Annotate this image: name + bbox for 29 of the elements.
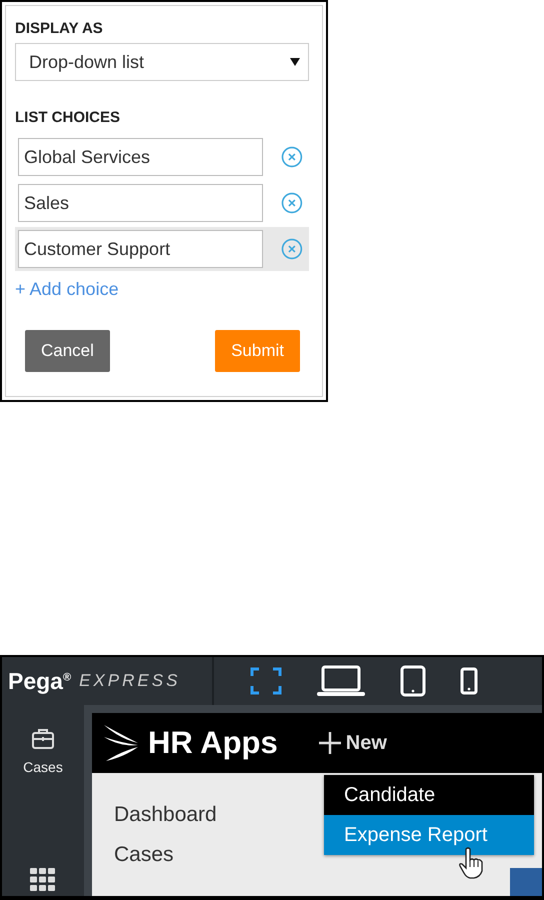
remove-icon[interactable]: [281, 192, 303, 214]
fullscreen-icon[interactable]: [250, 667, 282, 695]
tablet-icon[interactable]: [400, 665, 426, 697]
brand-logo: Pega$^{®}$: [8, 668, 72, 694]
menu-item[interactable]: Expense Report: [324, 815, 534, 855]
nav-item[interactable]: Dashboard: [114, 803, 217, 827]
menu-item[interactable]: Candidate: [324, 775, 534, 815]
nav-item[interactable]: Cases: [114, 843, 174, 867]
sidebar-label[interactable]: Cases: [23, 759, 63, 775]
caret-icon: [290, 58, 300, 66]
app-title: HR Apps: [148, 725, 278, 761]
section-heading: DISPLAY AS: [15, 20, 104, 37]
phone-icon[interactable]: [460, 667, 478, 695]
hand-cursor-icon: [458, 847, 484, 879]
swoosh-logo-icon: [102, 723, 138, 763]
cancel-button[interactable]: Cancel: [25, 330, 110, 372]
plus-icon: [318, 731, 342, 755]
choice-field[interactable]: Customer Support: [18, 230, 264, 268]
choice-field[interactable]: Sales: [18, 184, 264, 222]
remove-icon[interactable]: [281, 146, 303, 168]
grid-icon[interactable]: [30, 868, 56, 892]
display-select[interactable]: Drop-down list: [15, 43, 309, 81]
content-panel: [510, 868, 542, 896]
section-heading: LIST CHOICES: [15, 109, 122, 126]
laptop-icon[interactable]: [316, 665, 366, 697]
choice-field[interactable]: Global Services: [18, 138, 264, 176]
briefcase-icon[interactable]: [31, 727, 55, 751]
product-name: EXPRESS: [79, 671, 180, 691]
new-button[interactable]: New: [318, 731, 387, 755]
